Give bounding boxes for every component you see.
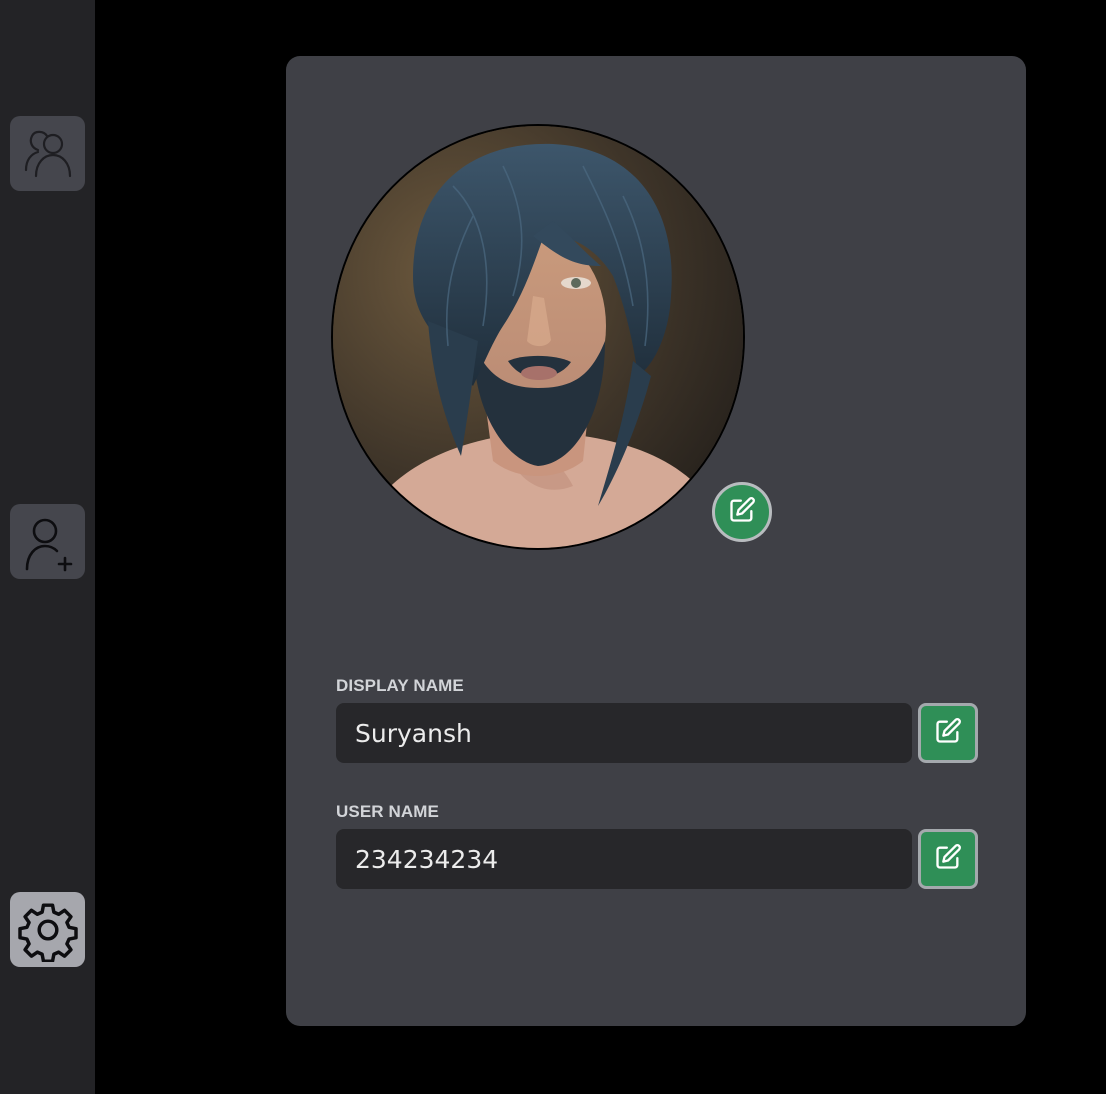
- user-name-field[interactable]: [336, 829, 912, 889]
- friends-icon: [17, 123, 79, 185]
- edit-display-name-button[interactable]: [918, 703, 978, 763]
- sidebar-item-friends[interactable]: [10, 116, 85, 191]
- edit-avatar-button[interactable]: [712, 482, 772, 542]
- gear-icon: [16, 898, 80, 962]
- edit-user-name-button[interactable]: [918, 829, 978, 889]
- pencil-square-icon: [728, 496, 756, 529]
- display-name-field[interactable]: [336, 703, 912, 763]
- display-name-label: DISPLAY NAME: [336, 676, 464, 695]
- profile-card: DISPLAY NAME USER NAME: [286, 56, 1026, 1026]
- sidebar-item-settings[interactable]: [10, 892, 85, 967]
- pencil-square-icon: [934, 717, 962, 750]
- pencil-square-icon: [934, 843, 962, 876]
- sidebar-item-add-user[interactable]: [10, 504, 85, 579]
- settings-page: DISPLAY NAME USER NAME: [0, 0, 1106, 1094]
- profile-avatar: [331, 124, 745, 550]
- sidebar: [0, 0, 95, 1094]
- user-name-label: USER NAME: [336, 802, 439, 821]
- add-user-icon: [17, 511, 79, 573]
